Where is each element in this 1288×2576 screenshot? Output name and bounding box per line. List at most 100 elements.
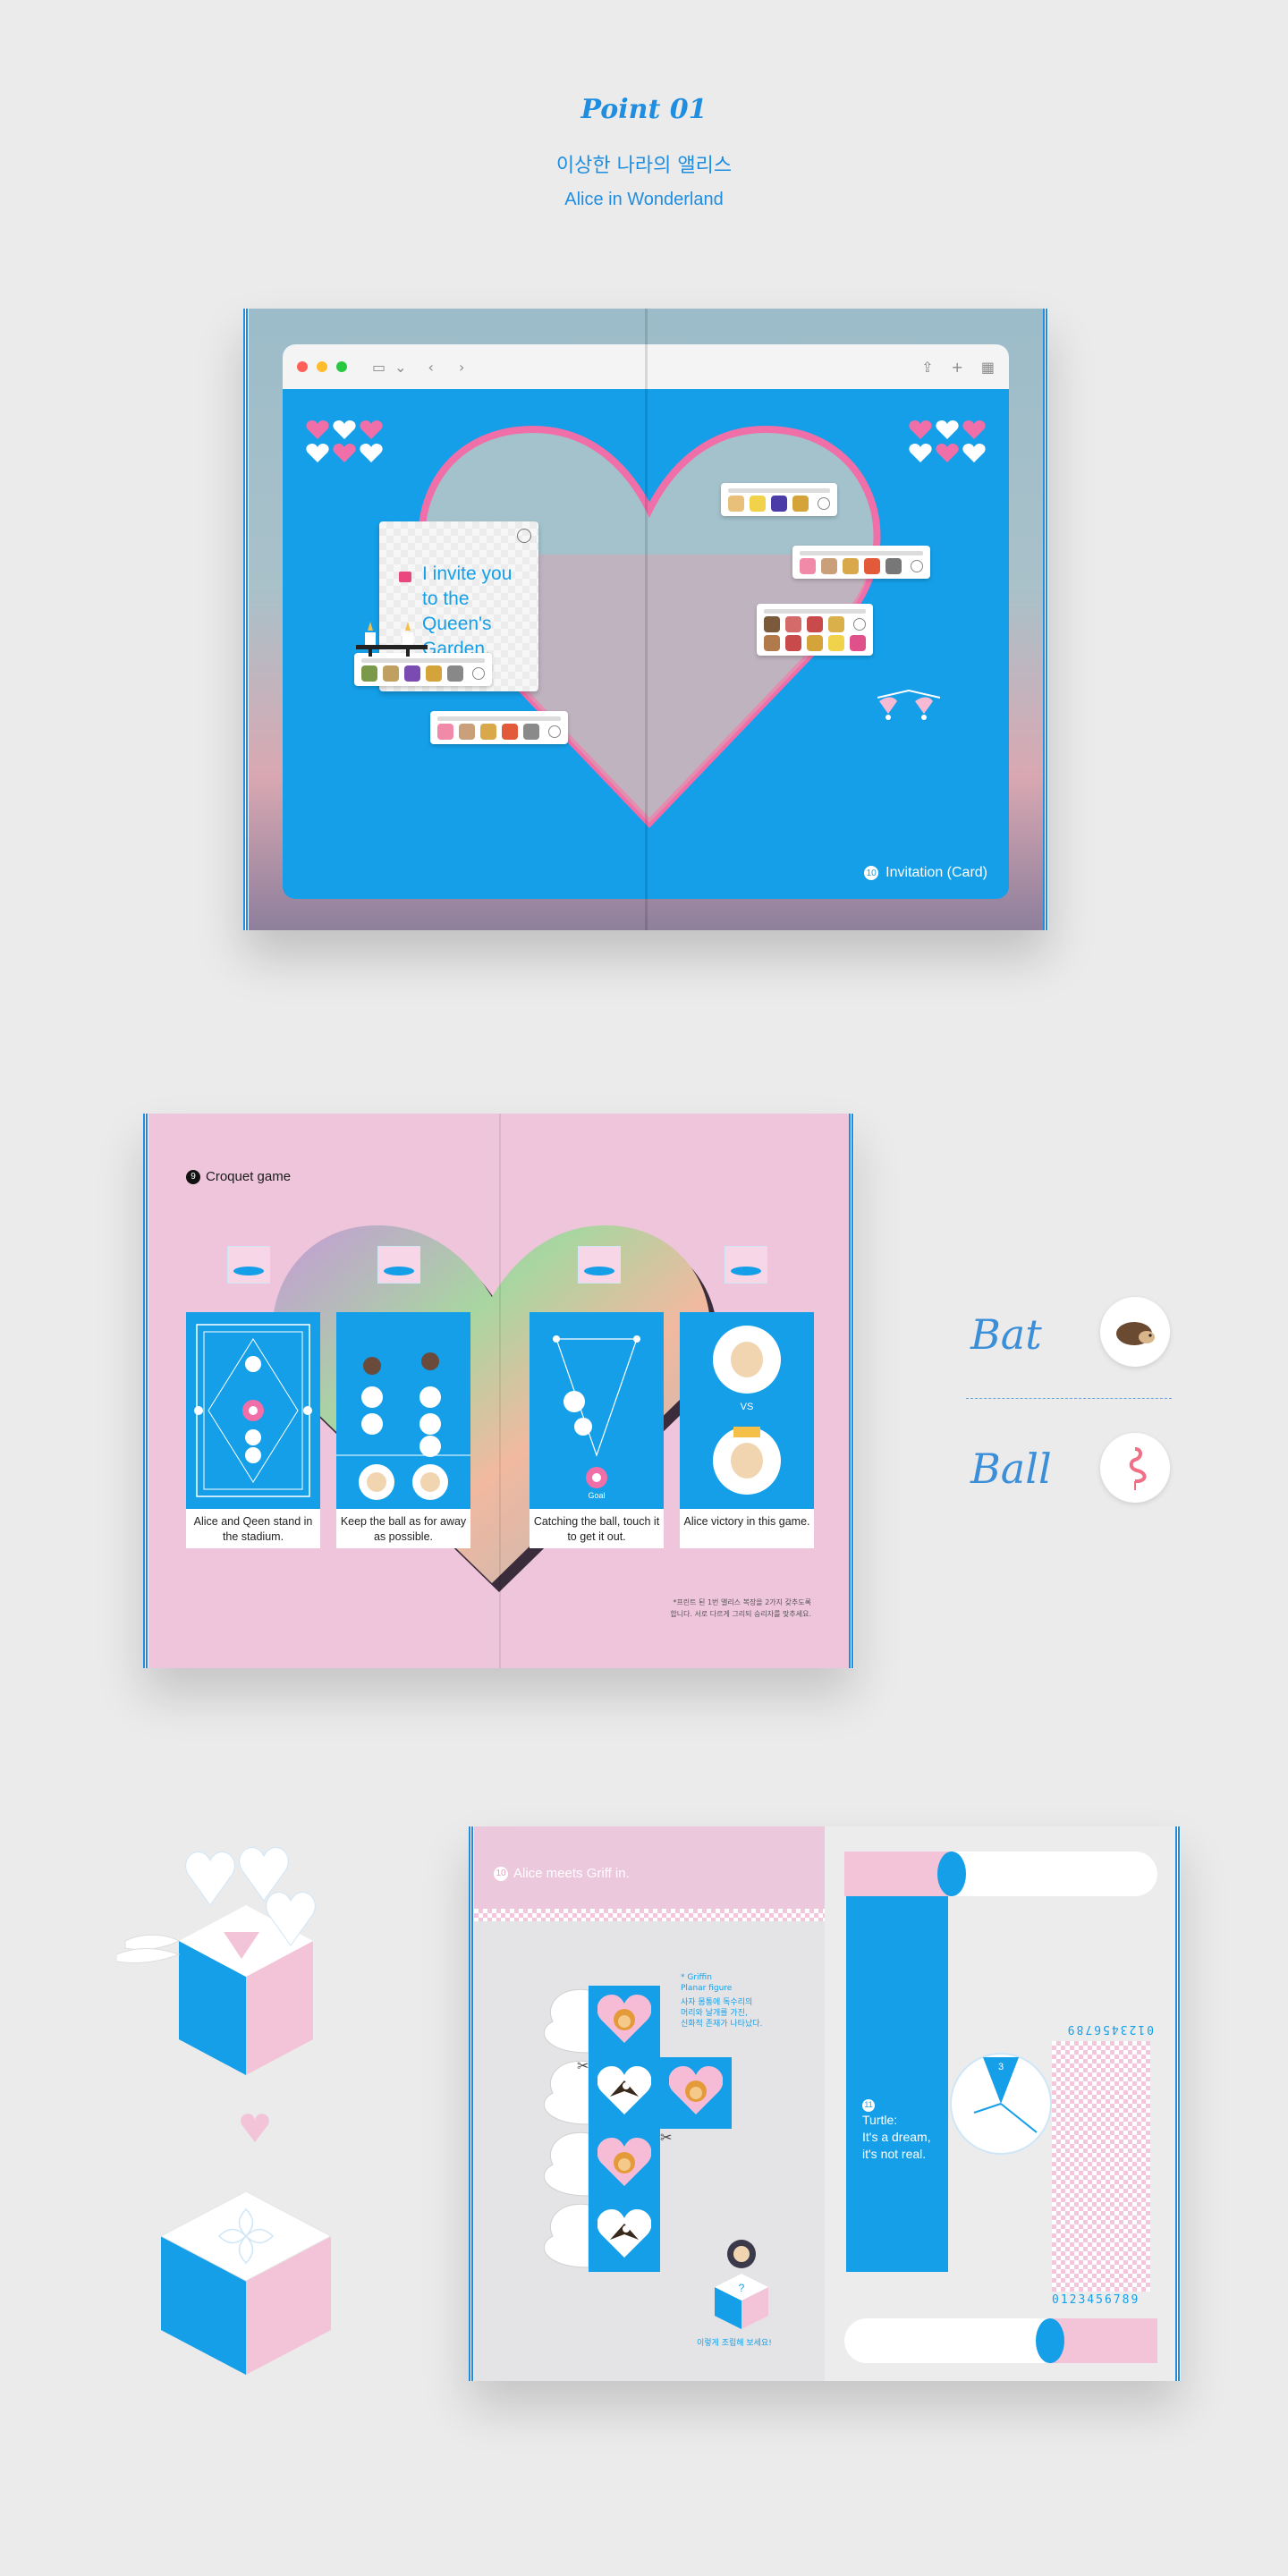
forward-icon[interactable]: ›: [459, 359, 464, 376]
crown-icon: [733, 1427, 760, 1437]
croquet-panel-3: Goal: [530, 1312, 664, 1509]
envelope-icon: [399, 572, 411, 582]
lion-face-icon: [589, 1986, 660, 2057]
page-edge-right: [1043, 309, 1048, 930]
griffin-title-text: Alice meets Griff in.: [513, 1866, 630, 1881]
goal-label: Goal: [588, 1491, 606, 1500]
scissors-icon: ✂: [660, 2131, 673, 2146]
goal-diagram-icon: [553, 1335, 640, 1488]
flamingo-icon: [1100, 1433, 1170, 1503]
white-strip-bottom: [844, 2318, 1050, 2363]
lion-face-icon: [660, 2057, 732, 2129]
griffin-note-title: * Griffin: [681, 1973, 712, 1982]
chevron-down-icon[interactable]: ⌄: [394, 359, 406, 376]
stand-icon: [227, 1246, 270, 1284]
new-tab-icon[interactable]: +: [951, 359, 962, 376]
checker-panel: [1052, 2041, 1150, 2292]
griffin-note: * Griffin Planar figure 사자 몸통에 독수리의 머리와 …: [681, 1972, 762, 2029]
tabs-overview-icon[interactable]: ▦: [981, 359, 995, 376]
croquet-title: 9 Croquet game: [186, 1169, 291, 1184]
wing-tabs-icon: [543, 1988, 589, 2268]
emoji-window-3[interactable]: [721, 483, 837, 516]
turtle-number: 11: [862, 2098, 875, 2112]
eagle-face-icon: [589, 2057, 660, 2129]
minimize-dot-icon[interactable]: [317, 361, 327, 372]
pink-strip-top: [844, 1852, 952, 1896]
svg-text:?: ?: [739, 2282, 745, 2294]
zoom-dot-icon[interactable]: [336, 361, 347, 372]
panel-caption-4: Alice victory in this game.: [680, 1509, 814, 1548]
heart-grid-left-icon: [306, 420, 383, 463]
page-edge-left: [243, 309, 249, 930]
stand-icon: [377, 1246, 420, 1284]
title-english: Alice in Wonderland: [564, 190, 724, 209]
white-strip-top: [952, 1852, 1157, 1896]
point-title: Point 01: [580, 94, 708, 125]
panel-caption-3: Catching the ball, touch it to get it ou…: [530, 1509, 664, 1548]
clock-icon: 3: [950, 2053, 1052, 2155]
lion-face-icon: [589, 2129, 660, 2200]
croquet-panel-1: [186, 1312, 320, 1509]
page-edge-right: [1175, 1826, 1181, 2381]
croquet-panel-4: VS: [680, 1312, 814, 1509]
title-korean: 이상한 나라의 앨리스: [555, 155, 733, 177]
panel-caption-2: Keep the ball as for away as possible.: [336, 1509, 470, 1548]
close-icon[interactable]: [472, 667, 485, 680]
back-icon[interactable]: ‹: [428, 359, 434, 376]
candle-icon: [356, 622, 428, 657]
heart-grid-right-icon: [909, 420, 986, 463]
close-icon[interactable]: [911, 560, 923, 572]
sidebar-icon[interactable]: ▭: [372, 359, 386, 376]
emoji-window-5[interactable]: [757, 604, 873, 656]
assembly-note: 이렇게 조립해 보세요!: [697, 2339, 772, 2348]
croquet-panel-2: [336, 1312, 470, 1509]
blue-disc-top: [937, 1852, 966, 1896]
close-icon[interactable]: [853, 618, 866, 631]
invitation-badge: 10 Invitation (Card): [864, 865, 987, 881]
griffin-note-sub: Planar figure: [681, 1984, 733, 1993]
invitation-text: I invite you to the Queen's Garden.: [422, 564, 513, 659]
croquet-title-text: Croquet game: [206, 1169, 292, 1184]
croquet-book: 9 Croquet game Alice and Qeen stand in t…: [143, 1114, 854, 1668]
eagle-face-icon: [589, 2200, 660, 2272]
page-edge-right: [849, 1114, 854, 1668]
lamp-icon: [877, 689, 941, 720]
badge-number: 10: [864, 866, 879, 880]
stand-icon: [724, 1246, 767, 1284]
open-heart-box-icon: [116, 1847, 316, 2075]
divider-arrow: [966, 1398, 1172, 1399]
checker-strip: [474, 1909, 825, 1921]
ball-label: Ball: [970, 1445, 1052, 1493]
page-edge-left: [143, 1114, 148, 1668]
turtle-text: 11 Turtle: It's a dream, it's not real.: [862, 2095, 931, 2163]
close-dot-icon[interactable]: [297, 361, 308, 372]
keep-away-diagram-icon: [336, 1352, 470, 1500]
book-spine: [645, 309, 648, 930]
share-icon[interactable]: ⇪: [921, 359, 933, 376]
croquet-footnote: *프린트 된 1번 앨리스 복장을 2가지 갖추도록 합니다. 서로 다르게 그…: [670, 1598, 811, 1618]
turtle-line-1: Turtle:: [862, 2113, 898, 2127]
close-icon[interactable]: [818, 497, 830, 510]
stadium-diagram-icon: [194, 1324, 312, 1497]
griffin-book: 10 Alice meets Griff in. ✂ ✂ * Griffin P…: [469, 1826, 1181, 2381]
alice-face-icon: [731, 1342, 763, 1377]
close-icon[interactable]: [548, 725, 561, 738]
emoji-window-1[interactable]: [354, 653, 492, 686]
turtle-line-3: it's not real.: [862, 2147, 927, 2161]
close-icon[interactable]: [517, 529, 531, 543]
book-spine: [499, 1114, 501, 1668]
page-number: 9: [186, 1169, 200, 1184]
panel-caption-1: Alice and Qeen stand in the stadium.: [186, 1509, 320, 1548]
stand-icon: [578, 1246, 621, 1284]
griffin-title: 10 Alice meets Griff in.: [494, 1866, 630, 1881]
emoji-window-2[interactable]: [430, 711, 568, 744]
page-number: 10: [494, 1866, 508, 1881]
emoji-window-4[interactable]: [792, 546, 930, 579]
griffin-note-kr: 사자 몸통에 독수리의 머리와 날개를 가진, 신화적 존재가 나타났다.: [681, 1998, 763, 2029]
assembled-cube-icon: ?: [715, 2240, 768, 2329]
vs-label: VS: [740, 1402, 754, 1412]
turtle-line-2: It's a dream,: [862, 2130, 931, 2144]
digits-top: 0123456789: [1065, 2022, 1154, 2036]
blue-column: [846, 1896, 948, 2272]
badge-label: Invitation (Card): [886, 865, 987, 880]
